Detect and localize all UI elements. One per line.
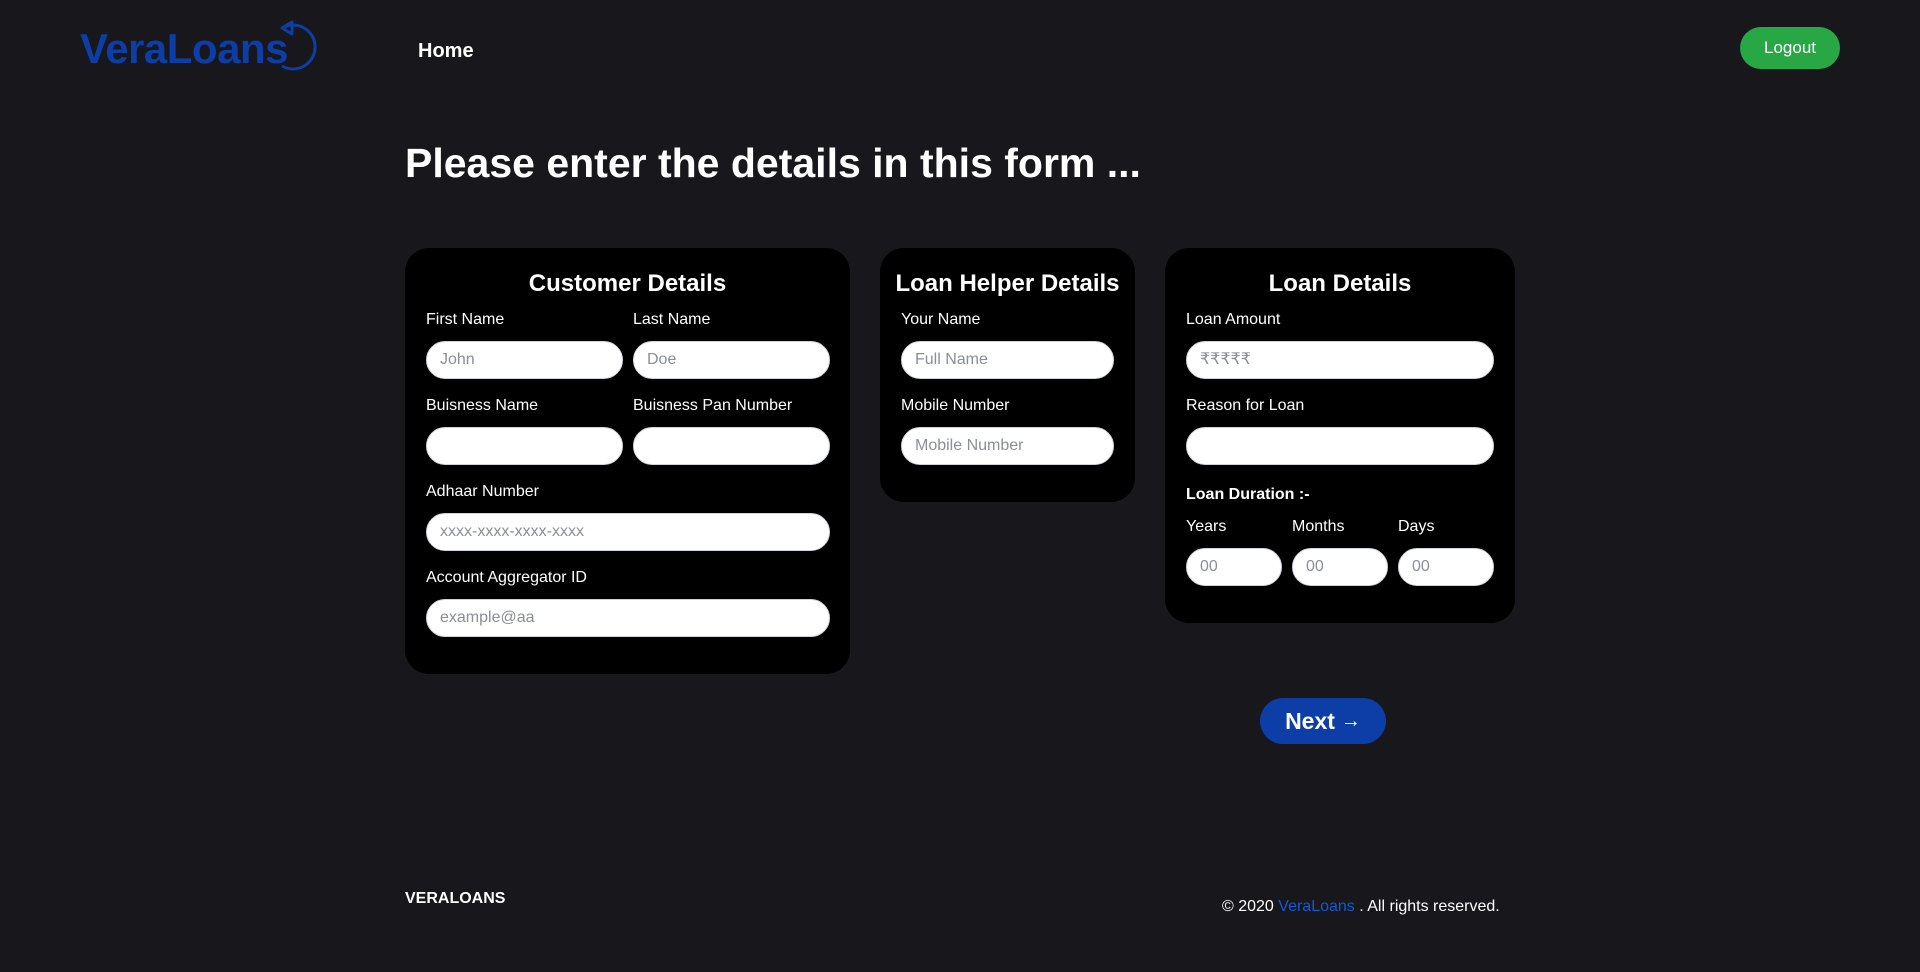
account-aggregator-id-label: Account Aggregator ID: [426, 569, 587, 586]
helper-name-label: Your Name: [901, 311, 981, 328]
helper-name-input[interactable]: [901, 341, 1114, 379]
footer-copyright: © 2020 VeraLoans . All rights reserved.: [1222, 898, 1500, 916]
business-pan-input[interactable]: [633, 427, 830, 465]
months-input[interactable]: [1292, 548, 1388, 586]
first-name-input[interactable]: [426, 341, 623, 379]
veraloans-logo[interactable]: VeraLoans: [78, 20, 323, 74]
account-aggregator-id-input[interactable]: [426, 599, 830, 637]
page: VeraLoans Home Logout Please enter the d…: [0, 0, 1920, 972]
days-label: Days: [1398, 518, 1435, 535]
years-input[interactable]: [1186, 548, 1282, 586]
loan-helper-details-title: Loan Helper Details: [895, 270, 1120, 297]
next-button[interactable]: Next →: [1260, 698, 1386, 744]
business-name-input[interactable]: [426, 427, 623, 465]
years-label: Years: [1186, 518, 1227, 535]
copyright-suffix: . All rights reserved.: [1359, 898, 1500, 915]
days-input[interactable]: [1398, 548, 1494, 586]
circular-arrow-icon: [280, 20, 317, 71]
loan-details-title: Loan Details: [1268, 270, 1412, 297]
next-button-label: Next: [1285, 707, 1335, 734]
loan-amount-label: Loan Amount: [1186, 311, 1281, 328]
logo-text: VeraLoans: [80, 25, 288, 72]
last-name-input[interactable]: [633, 341, 830, 379]
last-name-label: Last Name: [633, 311, 711, 328]
months-label: Months: [1292, 518, 1345, 535]
customer-details-title: Customer Details: [528, 270, 727, 297]
adhaar-number-label: Adhaar Number: [426, 483, 539, 500]
loan-duration-label: Loan Duration :-: [1186, 486, 1310, 503]
nav-home-link[interactable]: Home: [418, 40, 474, 63]
footer-brand-link[interactable]: VeraLoans: [1278, 898, 1355, 915]
arrow-right-icon: →: [1340, 709, 1361, 732]
reason-for-loan-label: Reason for Loan: [1186, 397, 1305, 414]
page-heading: Please enter the details in this form ..…: [405, 140, 1141, 186]
business-name-label: Buisness Name: [426, 397, 539, 414]
business-pan-label: Buisness Pan Number: [633, 397, 793, 414]
logout-button[interactable]: Logout: [1740, 27, 1840, 69]
loan-details-card: Loan Details Loan Amount Reason for Loan…: [1165, 248, 1515, 623]
mobile-number-label: Mobile Number: [901, 397, 1010, 414]
loan-helper-details-card: Loan Helper Details Your Name Mobile Num…: [880, 248, 1135, 502]
footer-brand: VERALOANS: [405, 890, 506, 907]
first-name-label: First Name: [426, 311, 505, 328]
copyright-prefix: © 2020: [1222, 898, 1274, 915]
customer-details-card: Customer Details First Name Last Name Bu…: [405, 248, 850, 674]
reason-for-loan-input[interactable]: [1186, 427, 1494, 465]
loan-amount-input[interactable]: [1186, 341, 1494, 379]
mobile-number-input[interactable]: [901, 427, 1114, 465]
adhaar-number-input[interactable]: [426, 513, 830, 551]
